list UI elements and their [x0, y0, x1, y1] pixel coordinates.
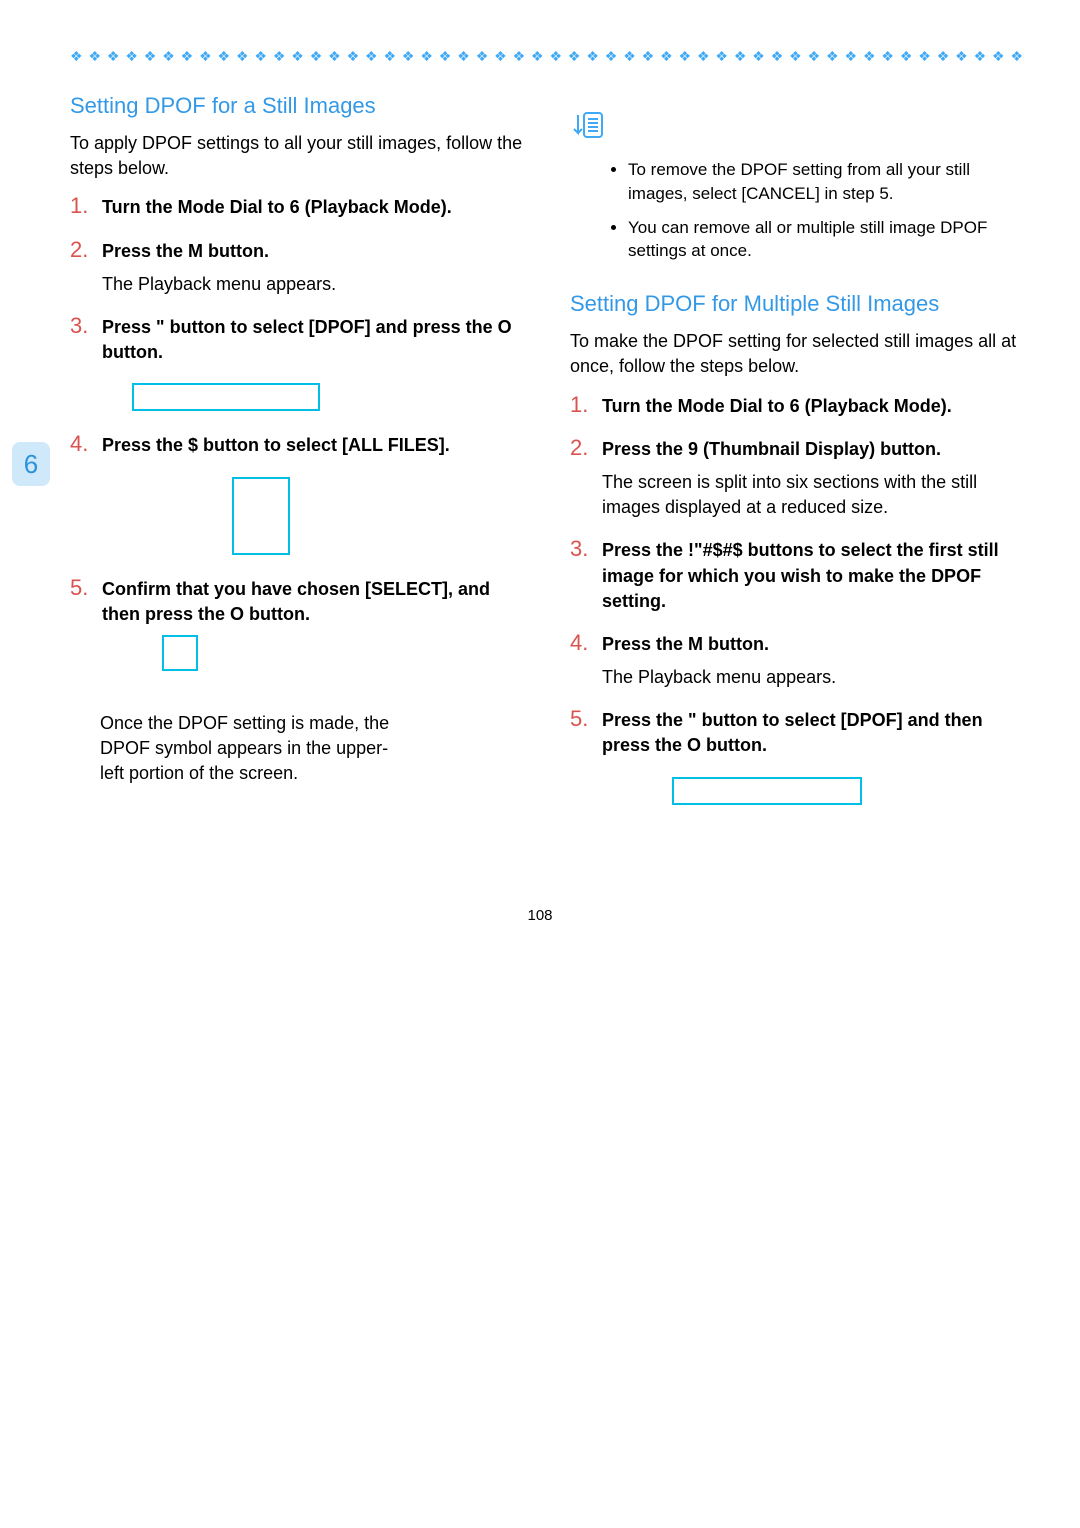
step-title: Press the !"#$#$ buttons to select the f…: [602, 538, 1030, 614]
step-title: Press the $ button to select [ALL FILES]…: [102, 433, 530, 458]
step-2: Press the 9 (Thumbnail Display) button. …: [570, 437, 1030, 521]
step-4: Press the $ button to select [ALL FILES]…: [70, 433, 530, 554]
step-1: Turn the Mode Dial to 6 (Playback Mode).: [570, 394, 1030, 419]
steps-left: Turn the Mode Dial to 6 (Playback Mode).…: [70, 195, 530, 671]
step-title: Press the 9 (Thumbnail Display) button.: [602, 437, 1030, 462]
note-item: You can remove all or multiple still ima…: [628, 216, 1030, 264]
right-column: To remove the DPOF setting from all your…: [570, 93, 1030, 827]
step-body: The Playback menu appears.: [102, 272, 530, 297]
step-5: Press the " button to select [DPOF] and …: [570, 708, 1030, 804]
step-3: Press the !"#$#$ buttons to select the f…: [570, 538, 1030, 614]
screenshot-placeholder: [132, 383, 320, 411]
note-block: To remove the DPOF setting from all your…: [570, 111, 1030, 263]
step-3: Press " button to select [DPOF] and pres…: [70, 315, 530, 411]
screenshot-placeholder: [232, 477, 290, 555]
step-title: Press the " button to select [DPOF] and …: [602, 708, 1030, 758]
note-icon: [570, 111, 1030, 148]
screenshot-placeholder: [672, 777, 862, 805]
section-title-right: Setting DPOF for Multiple Still Images: [570, 291, 1030, 317]
step-title: Turn the Mode Dial to 6 (Playback Mode).: [602, 394, 1030, 419]
step-body: The Playback menu appears.: [602, 665, 1030, 690]
intro-left: To apply DPOF settings to all your still…: [70, 131, 530, 181]
step-title: Press the M button.: [102, 239, 530, 264]
step-title: Press the M button.: [602, 632, 1030, 657]
step-5: Confirm that you have chosen [SELECT], a…: [70, 577, 530, 671]
note-item: To remove the DPOF setting from all your…: [628, 158, 1030, 206]
step-4: Press the M button. The Playback menu ap…: [570, 632, 1030, 690]
step-2: Press the M button. The Playback menu ap…: [70, 239, 530, 297]
page-number: 108: [50, 907, 1030, 924]
step-body: The screen is split into six sections wi…: [602, 470, 1030, 520]
steps-right: Turn the Mode Dial to 6 (Playback Mode).…: [570, 394, 1030, 805]
left-column: Setting DPOF for a Still Images To apply…: [50, 93, 530, 827]
chapter-tab: 6: [12, 442, 50, 486]
step-1: Turn the Mode Dial to 6 (Playback Mode).: [70, 195, 530, 220]
section-title-left: Setting DPOF for a Still Images: [70, 93, 530, 119]
intro-right: To make the DPOF setting for selected st…: [570, 329, 1030, 379]
afternote: Once the DPOF setting is made, the DPOF …: [70, 711, 410, 787]
decorative-diamond-border: ❖ ❖ ❖ ❖ ❖ ❖ ❖ ❖ ❖ ❖ ❖ ❖ ❖ ❖ ❖ ❖ ❖ ❖ ❖ ❖ …: [70, 48, 1030, 65]
step-title: Press " button to select [DPOF] and pres…: [102, 315, 530, 365]
step-title: Turn the Mode Dial to 6 (Playback Mode).: [102, 195, 530, 220]
step-title: Confirm that you have chosen [SELECT], a…: [102, 577, 530, 627]
screenshot-placeholder: [162, 635, 198, 671]
